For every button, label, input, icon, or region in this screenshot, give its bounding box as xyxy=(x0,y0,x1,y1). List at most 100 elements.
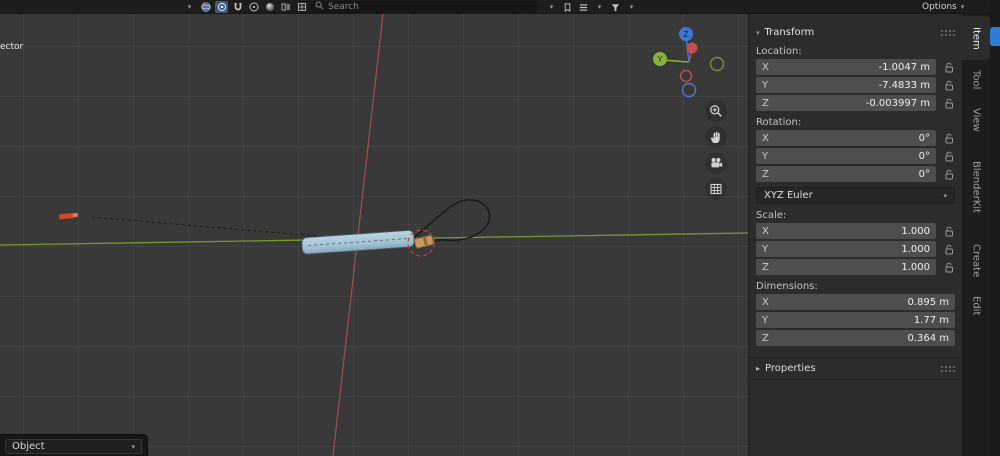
gizmo-z-negative-ball[interactable] xyxy=(681,82,697,98)
scale-x-field[interactable]: X 1.000 xyxy=(756,223,936,239)
axis-label: Z xyxy=(762,97,769,109)
transform-panel-header[interactable]: Transform xyxy=(749,22,962,42)
gizmo-x-positive-ball[interactable] xyxy=(686,42,698,54)
field-value: 1.000 xyxy=(901,243,930,255)
unlock-icon xyxy=(945,262,953,272)
scene-object-plug[interactable] xyxy=(58,212,79,221)
search-dropdown-chevron-icon[interactable] xyxy=(545,1,558,13)
location-z-row: Z -0.003997 m xyxy=(756,95,955,111)
transform-panel-title: Transform xyxy=(764,26,815,38)
grid-toggle-button[interactable] xyxy=(705,178,727,200)
tab-blenderkit[interactable]: BlenderKit xyxy=(962,146,990,228)
zoom-button[interactable] xyxy=(705,100,727,122)
rotation-y-lock[interactable] xyxy=(936,151,955,162)
location-x-field[interactable]: X -1.0047 m xyxy=(756,59,936,75)
rotation-z-lock[interactable] xyxy=(936,169,955,180)
panel-grip-icon[interactable] xyxy=(940,365,955,372)
rotation-z-field[interactable]: Z 0° xyxy=(756,166,936,182)
properties-panel-header[interactable]: Properties xyxy=(749,358,962,380)
scale-y-field[interactable]: Y 1.000 xyxy=(756,241,936,257)
camera-view-button[interactable] xyxy=(705,152,727,174)
options-menu[interactable]: Options xyxy=(922,1,964,13)
overlay-options-icon[interactable] xyxy=(295,1,308,13)
operator-mode-dropdown[interactable]: Object xyxy=(5,439,142,454)
gizmo-y-label: Y xyxy=(657,55,663,64)
rotation-mode-dropdown[interactable]: XYZ Euler xyxy=(756,187,955,204)
transform-orientation-globe-icon[interactable] xyxy=(199,1,212,13)
scale-z-lock[interactable] xyxy=(936,262,955,273)
gizmos-dropdown-chevron-icon[interactable] xyxy=(593,1,606,13)
snap-magnet-icon[interactable] xyxy=(231,1,244,13)
rotation-x-row: X 0° xyxy=(756,130,955,146)
location-z-lock[interactable] xyxy=(936,98,955,109)
axis-label: X xyxy=(762,61,769,73)
field-value: 0° xyxy=(918,132,930,144)
unlock-icon xyxy=(945,151,953,161)
location-x-lock[interactable] xyxy=(936,62,955,73)
dimensions-y-row: Y 1.77 m xyxy=(756,312,955,328)
properties-editor-active-tab-edge[interactable] xyxy=(990,27,1000,46)
scale-y-lock[interactable] xyxy=(936,244,955,255)
location-y-row: Y -7.4833 m xyxy=(756,77,955,93)
axis-label: Y xyxy=(762,79,769,91)
rotation-y-field[interactable]: Y 0° xyxy=(756,148,936,164)
tab-view[interactable]: View xyxy=(962,100,990,140)
filter-dropdown-chevron-icon[interactable] xyxy=(625,1,638,13)
field-value: 1.77 m xyxy=(913,314,949,326)
operator-redo-panel: Object Keep Transform xyxy=(0,434,148,456)
unlock-icon xyxy=(945,98,953,108)
scale-y-row: Y 1.000 xyxy=(756,241,955,257)
rotation-y-row: Y 0° xyxy=(756,148,955,164)
axis-label: Y xyxy=(762,314,769,326)
tab-create[interactable]: Create xyxy=(962,236,990,286)
gizmo-y-negative-ball[interactable] xyxy=(709,56,725,72)
dimensions-rows: X 0.895 m Y 1.77 m Z 0.364 m xyxy=(749,294,962,348)
location-label: Location: xyxy=(756,46,802,57)
proportional-editing-icon[interactable] xyxy=(247,1,260,13)
panel-grip-icon[interactable] xyxy=(940,28,955,36)
dimensions-y-field[interactable]: Y 1.77 m xyxy=(756,312,955,328)
tab-tool[interactable]: Tool xyxy=(962,60,990,100)
properties-panel-title: Properties xyxy=(765,363,816,374)
location-y-field[interactable]: Y -7.4833 m xyxy=(756,77,936,93)
rotation-label: Rotation: xyxy=(756,117,802,128)
mode-dropdown-chevron-icon[interactable] xyxy=(183,1,196,13)
axis-label: Z xyxy=(762,332,769,344)
pan-button[interactable] xyxy=(705,126,727,148)
scale-z-field[interactable]: Z 1.000 xyxy=(756,259,936,275)
scene-object-main[interactable] xyxy=(301,230,415,255)
mirror-toggle-icon[interactable] xyxy=(279,1,292,13)
falloff-sphere-icon[interactable] xyxy=(263,1,276,13)
grid-icon xyxy=(710,183,722,195)
unlock-icon xyxy=(945,169,953,179)
dimensions-x-row: X 0.895 m xyxy=(756,294,955,310)
dimensions-x-field[interactable]: X 0.895 m xyxy=(756,294,955,310)
field-value: 0.364 m xyxy=(907,332,949,344)
tab-item[interactable]: Item xyxy=(962,16,990,60)
location-z-field[interactable]: Z -0.003997 m xyxy=(756,95,936,111)
location-y-lock[interactable] xyxy=(936,80,955,91)
blender-window: Options ector xyxy=(0,0,1000,456)
scale-z-row: Z 1.000 xyxy=(756,259,955,275)
navigation-gizmo[interactable]: Z Y xyxy=(646,15,736,105)
axis-label: Y xyxy=(762,150,769,162)
search-input[interactable] xyxy=(328,2,533,12)
options-chevron-icon xyxy=(961,2,965,12)
scene-canvas[interactable] xyxy=(0,14,748,456)
viewport-3d[interactable]: ector Z Y Object ▾ xyxy=(0,14,748,456)
location-rows: X -1.0047 m Y -7.4833 m Z -0.003997 m xyxy=(749,59,962,113)
active-tool-toggle-icon[interactable] xyxy=(215,1,228,13)
header-search[interactable] xyxy=(310,1,538,13)
dimensions-z-field[interactable]: Z 0.364 m xyxy=(756,330,955,346)
rotation-x-lock[interactable] xyxy=(936,133,955,144)
scale-x-lock[interactable] xyxy=(936,226,955,237)
rotation-x-field[interactable]: X 0° xyxy=(756,130,936,146)
bookmark-icon[interactable] xyxy=(561,1,574,13)
unlock-icon xyxy=(945,80,953,90)
gizmos-toggle-icon[interactable] xyxy=(577,1,590,13)
gizmo-x-negative-ball[interactable] xyxy=(679,69,693,83)
object-types-filter-funnel-icon[interactable] xyxy=(609,1,622,13)
operator-mode-value: Object xyxy=(12,441,45,452)
scene-object-connector[interactable] xyxy=(414,234,434,249)
tab-edit[interactable]: Edit xyxy=(962,286,990,326)
